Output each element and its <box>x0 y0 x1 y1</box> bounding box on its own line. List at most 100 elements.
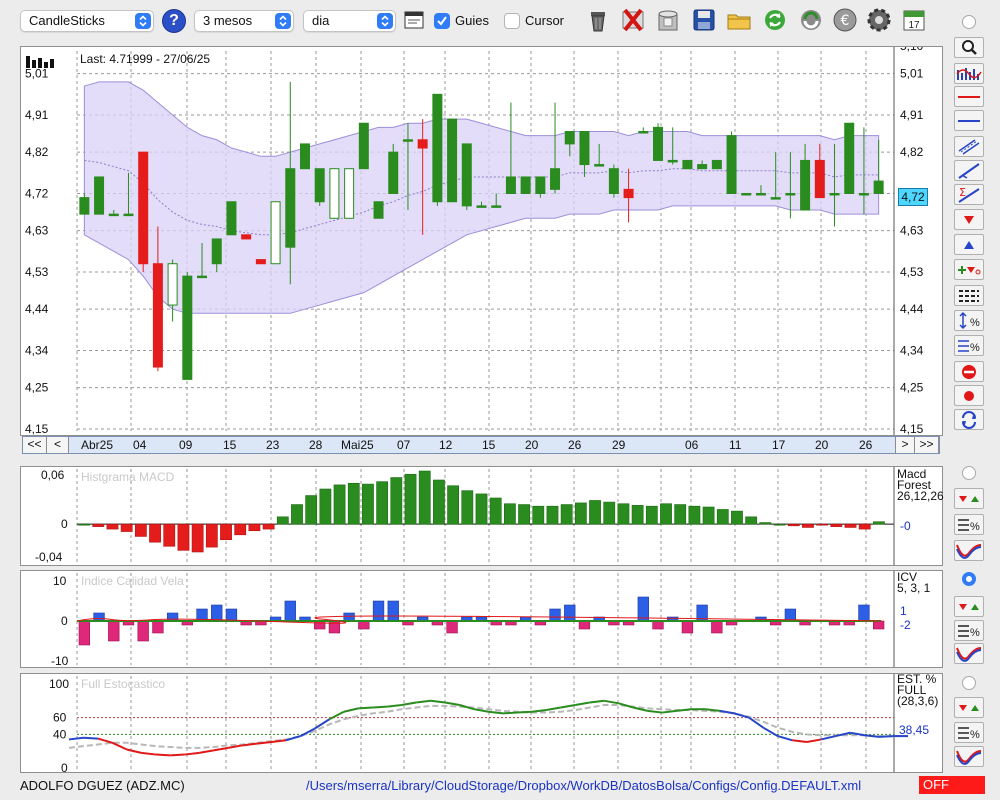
icv-bar <box>446 620 458 634</box>
lines-percent-button[interactable]: % <box>954 335 984 356</box>
database-icon[interactable] <box>654 6 682 34</box>
refresh-icon[interactable] <box>761 6 789 34</box>
stochastic-fast-segment <box>271 739 287 743</box>
indicator-overlay-button[interactable] <box>954 63 984 84</box>
stochastic-fast-segment <box>416 699 431 704</box>
candle-body <box>800 159 811 211</box>
main-chart-radio[interactable] <box>962 15 976 29</box>
cursor-checkbox[interactable] <box>504 13 520 29</box>
help-button[interactable]: ? <box>162 9 186 33</box>
delete-table-icon[interactable] <box>619 6 647 34</box>
icv-bar <box>108 620 120 642</box>
stochastic-value: 38,45 <box>899 723 930 737</box>
macd-indicator-button[interactable] <box>954 540 984 561</box>
date-label: 26 <box>859 438 873 452</box>
scale-percent-button[interactable]: % <box>954 310 984 331</box>
y-tick-label: 4,44 <box>900 302 924 316</box>
stochastic-panel[interactable]: 100 60 40 0 Full Estocastico <box>20 673 943 775</box>
fibonacci-tool-button[interactable]: Σ <box>954 184 984 205</box>
folder-icon[interactable] <box>725 6 753 34</box>
icv-radio[interactable] <box>962 572 976 586</box>
icv-bar <box>564 604 576 622</box>
scale-percent-icon: % <box>959 311 980 330</box>
macd-chart[interactable]: 0,06 0 -0,04 Histgrama MACD <box>21 467 942 565</box>
lines-percent-icon: % <box>958 625 980 639</box>
nav-prev-button[interactable]: < <box>47 437 69 453</box>
macd-bar <box>702 506 715 525</box>
sell-signal-button[interactable] <box>954 209 984 230</box>
date-label: 17 <box>772 438 786 452</box>
guies-checkbox[interactable] <box>434 13 450 29</box>
period-select[interactable]: 3 mesos <box>194 10 294 32</box>
svg-text:17: 17 <box>908 20 920 31</box>
stochastic-fast-segment <box>604 699 619 705</box>
nav-next-button[interactable]: > <box>895 437 915 453</box>
macd-signals-button[interactable] <box>954 488 984 509</box>
macd-bar <box>674 504 687 525</box>
icv-indicator-button[interactable] <box>954 643 984 664</box>
date-label: 09 <box>179 438 193 452</box>
y-tick-label: 4,15 <box>25 422 49 435</box>
nav-last-button[interactable]: >> <box>915 437 939 453</box>
lines-list-button[interactable] <box>954 285 984 306</box>
candle-body <box>535 176 546 194</box>
swap-arrows-icon <box>962 411 976 429</box>
icv-value-a: 1 <box>900 604 907 618</box>
icv-bar <box>372 600 385 622</box>
icv-signals-button[interactable] <box>954 596 984 617</box>
record-dot-icon <box>964 391 974 401</box>
date-label: 20 <box>815 438 829 452</box>
calendar-icon[interactable]: 17 <box>900 6 928 34</box>
status-off-badge[interactable]: OFF <box>919 776 985 794</box>
save-icon[interactable] <box>690 6 718 34</box>
trash-icon[interactable] <box>584 6 612 34</box>
sync-drawings-button[interactable] <box>954 409 984 430</box>
candle-body <box>491 205 502 208</box>
interval-select[interactable]: dia <box>303 10 396 32</box>
currency-euro-icon[interactable]: € <box>831 6 859 34</box>
candle-body <box>623 188 634 199</box>
macd-bar <box>248 523 261 532</box>
macd-bar <box>276 516 289 525</box>
macd-bar <box>830 523 843 527</box>
stochastic-percent-button[interactable]: % <box>954 722 984 743</box>
window-icon[interactable] <box>403 9 425 31</box>
record-button[interactable] <box>954 385 984 406</box>
macd-radio[interactable] <box>962 466 976 480</box>
stochastic-indicator-button[interactable] <box>954 746 984 767</box>
sync-icon[interactable] <box>797 6 825 34</box>
channel-tool-button[interactable] <box>954 136 984 157</box>
chart-type-select[interactable]: CandleSticks <box>20 10 154 32</box>
candle-body <box>197 275 208 279</box>
icv-panel[interactable]: 10 0 -10 Indice Calidad Vela <box>20 570 943 668</box>
gear-icon[interactable] <box>865 6 893 34</box>
stochastic-fast-segment <box>719 709 735 715</box>
zoom-button[interactable] <box>954 37 984 58</box>
stochastic-chart[interactable]: 100 60 40 0 Full Estocastico <box>21 674 942 775</box>
buy-signal-button[interactable] <box>954 234 984 255</box>
clear-drawings-button[interactable] <box>954 361 984 382</box>
horizontal-line-blue-button[interactable] <box>954 110 984 131</box>
stochastic-fast-segment <box>97 737 113 744</box>
stochastic-signals-button[interactable] <box>954 697 984 718</box>
config-path-link[interactable]: /Users/mserra/Library/CloudStorage/Dropb… <box>306 778 861 793</box>
y-tick-label: 0,06 <box>41 468 65 482</box>
horizontal-line-red-button[interactable] <box>954 86 984 107</box>
macd-bar <box>418 470 431 525</box>
trendline-tool-button[interactable] <box>954 160 984 181</box>
price-chart-panel[interactable]: 5,01 5,01 4,91 4,91 4,82 4,82 4,72 4,72 4,63 4,63… <box>20 39 943 436</box>
stochastic-radio[interactable] <box>962 676 976 690</box>
macd-bar <box>177 523 190 551</box>
macd-panel[interactable]: 0,06 0 -0,04 Histgrama MACD <box>20 466 943 566</box>
date-label: 04 <box>133 438 147 452</box>
price-chart[interactable]: 5,01 5,01 4,91 4,91 4,82 4,82 4,72 4,72 4,63 4,63… <box>21 39 942 436</box>
nav-first-button[interactable]: << <box>23 437 47 453</box>
macd-percent-button[interactable]: % <box>954 514 984 535</box>
macd-bar <box>149 523 161 543</box>
icv-chart[interactable]: 10 0 -10 Indice Calidad Vela <box>21 571 942 668</box>
signals-toggle-button[interactable] <box>954 259 984 280</box>
icv-percent-button[interactable]: % <box>954 620 984 641</box>
y-tick-label: 100 <box>49 677 69 691</box>
macd-bar <box>617 503 630 525</box>
candle-body <box>520 176 531 194</box>
